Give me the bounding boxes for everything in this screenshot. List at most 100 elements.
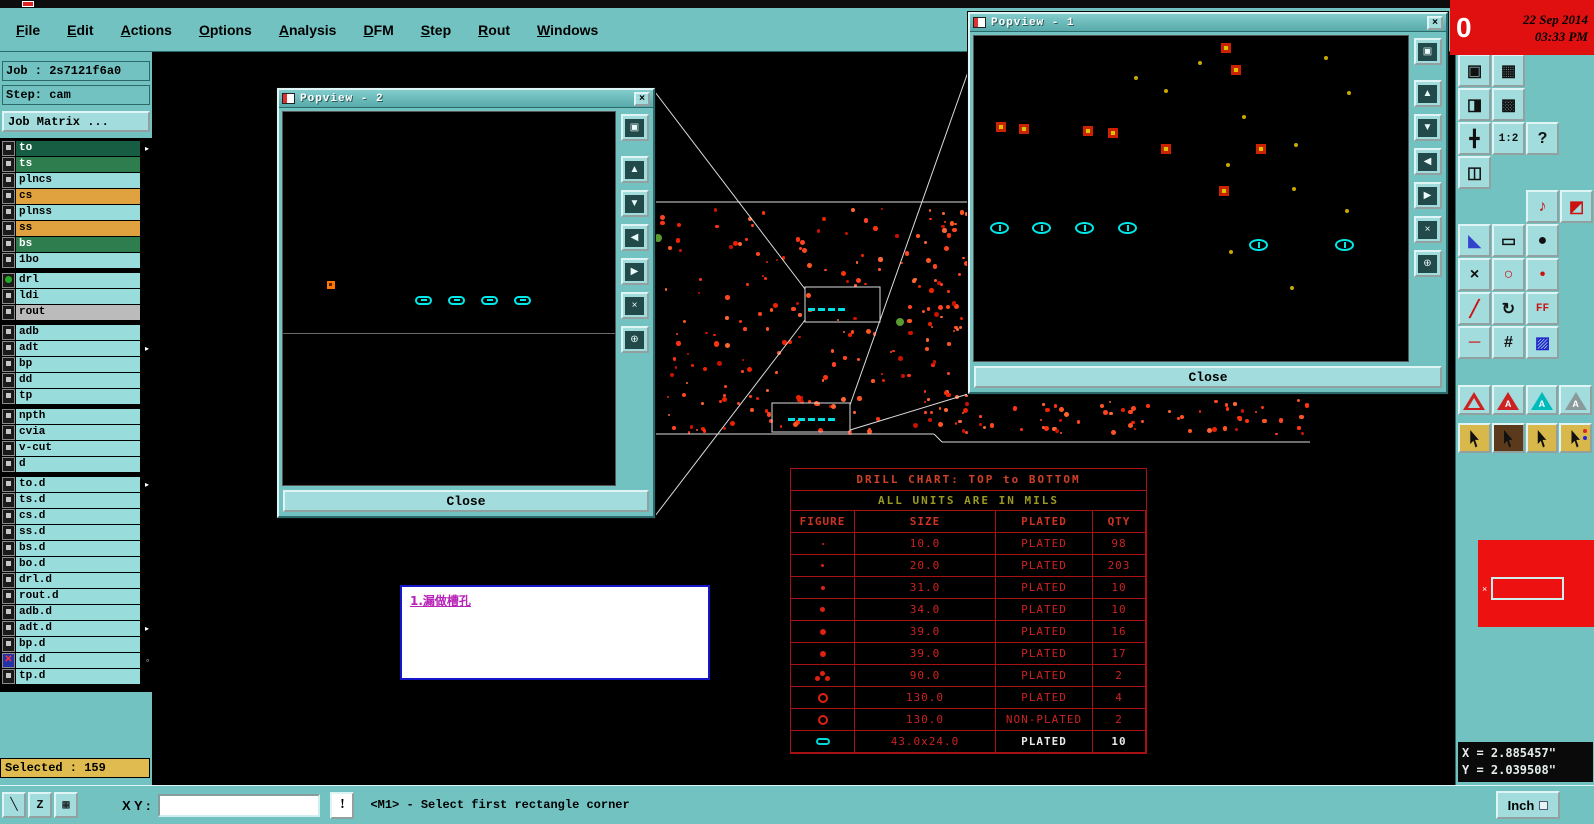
- clip-icon[interactable]: ×: [620, 292, 649, 319]
- popout-icon[interactable]: ▣: [1413, 38, 1442, 65]
- menu-step[interactable]: Step: [421, 22, 451, 38]
- slant-line-icon[interactable]: ╲: [2, 791, 26, 818]
- job-matrix-button[interactable]: Job Matrix ...: [2, 111, 150, 132]
- layer-checkbox-1bo[interactable]: [2, 253, 15, 268]
- cursor-dark-icon[interactable]: [1491, 423, 1525, 453]
- layer-checkbox-dd.d[interactable]: ✕: [2, 653, 15, 668]
- close-icon[interactable]: ×: [634, 91, 650, 106]
- layer-checkbox-plncs[interactable]: [2, 173, 15, 188]
- layer-checkbox-dd[interactable]: [2, 373, 15, 388]
- layer-name-cs.d[interactable]: cs.d: [16, 509, 140, 524]
- pan-right-icon[interactable]: ◨: [1458, 88, 1491, 121]
- pan-right-icon[interactable]: ▶: [620, 258, 649, 285]
- layer-name-adb.d[interactable]: adb.d: [16, 605, 140, 620]
- alarm-red-icon[interactable]: A: [1491, 385, 1525, 415]
- mirror-icon[interactable]: FF: [1526, 292, 1559, 325]
- layer-name-bs[interactable]: bs: [16, 237, 140, 252]
- layer-name-rout.d[interactable]: rout.d: [16, 589, 140, 604]
- layer-checkbox-bp.d[interactable]: [2, 637, 15, 652]
- layer-name-tp.d[interactable]: tp.d: [16, 669, 140, 684]
- alarm-gray-icon[interactable]: A: [1559, 385, 1592, 415]
- alarm-cyan-icon[interactable]: A: [1525, 385, 1559, 415]
- layer-checkbox-drl.d[interactable]: [2, 573, 15, 588]
- layer-checkbox-tp.d[interactable]: [2, 669, 15, 684]
- menu-windows[interactable]: Windows: [537, 22, 598, 38]
- layer-checkbox-to.d[interactable]: [2, 477, 15, 492]
- help-icon[interactable]: ?: [1526, 122, 1559, 155]
- pan-horizontal-icon[interactable]: ◫: [1458, 156, 1491, 189]
- layer-checkbox-adb.d[interactable]: [2, 605, 15, 620]
- line-icon[interactable]: ╱: [1458, 292, 1491, 325]
- layer-checkbox-bs[interactable]: [2, 237, 15, 252]
- layer-checkbox-d[interactable]: [2, 457, 15, 472]
- layer-name-to.d[interactable]: to.d: [16, 477, 140, 492]
- layer-name-ldi[interactable]: ldi: [16, 289, 140, 304]
- pan-down-icon[interactable]: ▼: [1413, 114, 1442, 141]
- layer-checkbox-bp[interactable]: [2, 357, 15, 372]
- delete-x-icon[interactable]: ×: [1458, 258, 1491, 291]
- ruler-icon[interactable]: ▭: [1492, 224, 1525, 257]
- layer-checkbox-npth[interactable]: [2, 409, 15, 424]
- layer-name-ss.d[interactable]: ss.d: [16, 525, 140, 540]
- pan-left-icon[interactable]: ◀: [620, 224, 649, 251]
- dash-icon[interactable]: ─: [1458, 326, 1491, 359]
- layer-name-rout[interactable]: rout: [16, 305, 140, 320]
- cursor-multi-icon[interactable]: [1559, 423, 1592, 453]
- pan-right-icon[interactable]: ▶: [1413, 182, 1442, 209]
- center-crosshair-icon[interactable]: ╋: [1458, 122, 1491, 155]
- menu-edit[interactable]: Edit: [67, 22, 93, 38]
- layer-name-ts.d[interactable]: ts.d: [16, 493, 140, 508]
- layer-checkbox-tp[interactable]: [2, 389, 15, 404]
- menu-analysis[interactable]: Analysis: [279, 22, 337, 38]
- layer-name-d[interactable]: d: [16, 457, 140, 472]
- layer-name-plnss[interactable]: plnss: [16, 205, 140, 220]
- layer-checkbox-bo.d[interactable]: [2, 557, 15, 572]
- navigator-viewport-rect[interactable]: [1491, 577, 1564, 600]
- layer-checkbox-ldi[interactable]: [2, 289, 15, 304]
- layer-checkbox-adb[interactable]: [2, 325, 15, 340]
- cursor-select-icon[interactable]: [1458, 423, 1491, 453]
- layer-name-ss[interactable]: ss: [16, 221, 140, 236]
- layer-name-dd[interactable]: dd: [16, 373, 140, 388]
- worksheet-icon[interactable]: ▦: [1492, 54, 1525, 87]
- layer-checkbox-ss.d[interactable]: [2, 525, 15, 540]
- xy-input[interactable]: [158, 793, 321, 817]
- popview-1-canvas[interactable]: [973, 35, 1409, 362]
- pad-icon[interactable]: ●: [1526, 224, 1559, 257]
- layer-name-dd.d[interactable]: dd.d: [16, 653, 140, 668]
- menu-file[interactable]: File: [16, 22, 40, 38]
- flip-icon[interactable]: ◩: [1560, 190, 1593, 223]
- cursor-pick-icon[interactable]: [1525, 423, 1559, 453]
- matrix-icon[interactable]: ▩: [1492, 88, 1525, 121]
- layer-checkbox-to[interactable]: [2, 141, 15, 156]
- zoom-z-icon[interactable]: Z: [28, 792, 52, 819]
- pan-up-icon[interactable]: ▲: [1413, 80, 1442, 107]
- layer-checkbox-v-cut[interactable]: [2, 441, 15, 456]
- menu-rout[interactable]: Rout: [478, 22, 510, 38]
- grid-icon[interactable]: ▦: [54, 791, 78, 818]
- center-target-icon[interactable]: ⊕: [1413, 250, 1442, 277]
- menu-actions[interactable]: Actions: [121, 22, 172, 38]
- layer-checkbox-adt[interactable]: [2, 341, 15, 356]
- clip-icon[interactable]: ×: [1413, 216, 1442, 243]
- layer-name-adt[interactable]: adt: [16, 341, 140, 356]
- layer-name-bp[interactable]: bp: [16, 357, 140, 372]
- colors-icon[interactable]: ▨: [1526, 326, 1559, 359]
- layer-checkbox-adt.d[interactable]: [2, 621, 15, 636]
- rotate-icon[interactable]: ↻: [1492, 292, 1525, 325]
- node-icon[interactable]: ○: [1492, 258, 1525, 291]
- layer-name-bo.d[interactable]: bo.d: [16, 557, 140, 572]
- layer-name-drl.d[interactable]: drl.d: [16, 573, 140, 588]
- layer-name-adt.d[interactable]: adt.d: [16, 621, 140, 636]
- pan-left-icon[interactable]: ◀: [1413, 148, 1442, 175]
- layer-name-1bo[interactable]: 1bo: [16, 253, 140, 268]
- layer-name-bs.d[interactable]: bs.d: [16, 541, 140, 556]
- layer-checkbox-cs.d[interactable]: [2, 509, 15, 524]
- layer-checkbox-bs.d[interactable]: [2, 541, 15, 556]
- units-button[interactable]: Inch: [1496, 791, 1560, 819]
- popview-2-canvas[interactable]: [282, 111, 616, 486]
- layer-checkbox-ts[interactable]: [2, 157, 15, 172]
- layer-name-cs[interactable]: cs: [16, 189, 140, 204]
- menu-options[interactable]: Options: [199, 22, 252, 38]
- popview-1-titlebar[interactable]: Popview - 1 ×: [970, 14, 1446, 32]
